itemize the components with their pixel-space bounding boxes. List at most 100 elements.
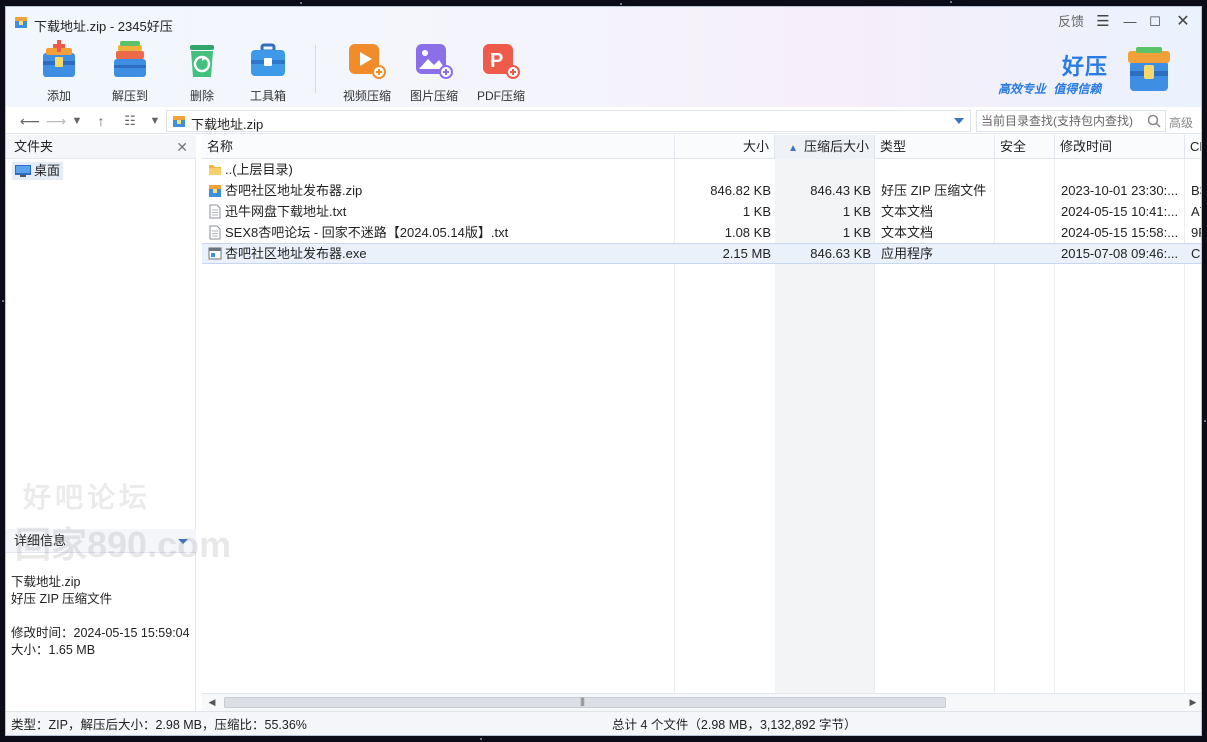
file-size: 846.82 KB <box>710 183 771 198</box>
view-mode-icon[interactable]: ☷ <box>121 112 139 130</box>
up-arrow-icon[interactable]: ↑ <box>92 112 110 130</box>
file-name: 杏吧社区地址发布器.zip <box>225 183 363 198</box>
column-header-crc[interactable]: CR <box>1185 135 1201 159</box>
extract-icon <box>114 41 146 77</box>
toolbox-button[interactable]: 工具箱 <box>236 37 300 105</box>
window-title: 下载地址.zip - 2345好压 <box>34 19 173 34</box>
parent-directory-row[interactable]: ..(上层目录) <box>202 159 1201 180</box>
column-header-size[interactable]: 大小 <box>675 135 775 159</box>
add-archive-icon <box>43 40 75 77</box>
view-dropdown-icon[interactable]: ▼ <box>146 112 164 130</box>
minimize-button[interactable]: — <box>1121 13 1139 31</box>
search-input[interactable] <box>981 113 1141 129</box>
file-packed-size: 846.43 KB <box>810 183 871 198</box>
brand-slogan: 高效专业 值得信赖 <box>998 82 1102 96</box>
scrollbar-thumb[interactable]: ||| <box>224 696 946 708</box>
close-button[interactable]: ✕ <box>1174 13 1192 31</box>
file-modified: 2024-05-15 10:41:... <box>1061 204 1179 219</box>
history-dropdown-icon[interactable]: ▼ <box>68 112 86 130</box>
image-compress-button[interactable]: 图片压缩 <box>402 37 466 105</box>
feedback-button[interactable]: 反馈 <box>1056 13 1086 31</box>
video-compress-button[interactable]: 视频压缩 <box>335 37 399 105</box>
header-area: 下载地址.zip - 2345好压 反馈 ☰ — ☐ ✕ 添加 解压到 删除 工… <box>6 7 1201 107</box>
toolbar: 添加 解压到 删除 工具箱 视频压缩 图片压缩 P PDF压缩 <box>6 37 986 107</box>
file-packed-size: 1 KB <box>842 204 871 219</box>
file-type: 好压 ZIP 压缩文件 <box>881 183 987 198</box>
file-crc: B3 <box>1191 183 1201 198</box>
detail-file-type: 好压 ZIP 压缩文件 <box>11 592 113 606</box>
file-list: 名称 大小 ▲ 压缩后大小 类型 安全 修改时间 CR ..(上层目录) 杏吧社区… <box>202 135 1201 693</box>
pdf-compress-button[interactable]: P PDF压缩 <box>469 37 533 105</box>
brand-logo-icon <box>1128 47 1170 91</box>
folder-pane-title: 文件夹 <box>14 139 54 154</box>
file-packed-size: 1 KB <box>842 225 871 240</box>
add-button[interactable]: 添加 <box>27 37 91 105</box>
image-compress-label: 图片压缩 <box>409 89 458 103</box>
file-type: 文本文档 <box>881 225 934 240</box>
desktop-icon <box>15 165 31 177</box>
file-size: 1 KB <box>742 204 771 219</box>
extract-button[interactable]: 解压到 <box>98 37 162 105</box>
app-logo-icon <box>15 17 27 28</box>
title-bar: 下载地址.zip - 2345好压 反馈 ☰ — ☐ ✕ <box>6 7 1201 37</box>
scroll-left-icon[interactable]: ◀ <box>207 697 217 708</box>
back-arrow-icon[interactable]: ⟵ <box>20 112 40 130</box>
file-crc: C5 <box>1191 246 1201 261</box>
forward-arrow-icon[interactable]: ⟶ <box>46 112 66 130</box>
file-modified: 2015-07-08 09:46:... <box>1061 246 1179 261</box>
zip-archive-icon <box>173 116 185 127</box>
text-file-icon <box>209 204 221 219</box>
tree-item-desktop[interactable]: 桌面 <box>12 162 64 180</box>
column-header-type[interactable]: 类型 <box>875 135 995 159</box>
toolbox-label: 工具箱 <box>249 89 286 103</box>
table-row[interactable]: SEX8杏吧论坛 - 回家不迷路【2024.05.14版】.txt 1.08 K… <box>202 222 1201 243</box>
brand-area: 好压 高效专业 值得信赖 <box>996 43 1196 103</box>
scrollbar-grip-icon: ||| <box>580 696 585 706</box>
file-name: 杏吧社区地址发布器.exe <box>225 246 367 261</box>
column-header-security[interactable]: 安全 <box>995 135 1055 159</box>
extract-label: 解压到 <box>111 89 148 103</box>
table-row-selected[interactable]: 杏吧社区地址发布器.exe 2.15 MB 846.63 KB 应用程序 201… <box>202 243 1201 264</box>
delete-button[interactable]: 删除 <box>170 37 234 105</box>
column-header-modified[interactable]: 修改时间 <box>1055 135 1185 159</box>
watermark: 好吧论坛 回家890.com <box>11 472 281 565</box>
scroll-right-icon[interactable]: ▶ <box>1188 697 1198 708</box>
left-pane: 文件夹 ✕ 桌面 详细信息 下载地址.zip 好压 ZIP 压缩文件 修改时间：… <box>6 135 196 711</box>
status-bar: 类型：ZIP，解压后大小：2.98 MB，压缩比：55.36% 总计 4 个文件… <box>6 711 1201 735</box>
file-packed-size: 846.63 KB <box>810 246 871 261</box>
video-compress-label: 视频压缩 <box>342 89 391 103</box>
advanced-search-button[interactable]: 高级 <box>1169 114 1193 131</box>
table-row[interactable]: 迅牛网盘下载地址.txt 1 KB 1 KB 文本文档 2024-05-15 1… <box>202 201 1201 222</box>
delete-recycle-icon <box>190 45 214 77</box>
file-modified: 2023-10-01 23:30:... <box>1061 183 1179 198</box>
watermark-text-2: 回家890.com <box>15 524 232 565</box>
tree-item-label: 桌面 <box>34 163 61 178</box>
close-pane-icon[interactable]: ✕ <box>176 135 188 159</box>
path-dropdown-icon[interactable] <box>954 118 964 124</box>
add-label: 添加 <box>46 89 71 103</box>
menu-button[interactable]: ☰ <box>1094 13 1112 31</box>
file-type: 文本文档 <box>881 204 934 219</box>
maximize-button[interactable]: ☐ <box>1146 13 1164 31</box>
table-row[interactable]: 杏吧社区地址发布器.zip 846.82 KB 846.43 KB 好压 ZIP… <box>202 180 1201 201</box>
pdf-compress-label: PDF压缩 <box>476 89 525 103</box>
exe-file-icon <box>208 247 222 260</box>
status-archive-info: 类型：ZIP，解压后大小：2.98 MB，压缩比：55.36% <box>11 718 307 732</box>
parent-directory-label: ..(上层目录) <box>225 162 293 177</box>
detail-size: 大小：1.65 MB <box>11 643 96 657</box>
column-header-packed-label: 压缩后大小 <box>803 139 869 154</box>
search-icon[interactable] <box>1147 114 1161 128</box>
delete-label: 删除 <box>189 89 214 103</box>
svg-text:P: P <box>490 50 503 72</box>
column-header-packed[interactable]: ▲ 压缩后大小 <box>775 135 875 159</box>
file-name: SEX8杏吧论坛 - 回家不迷路【2024.05.14版】.txt <box>225 225 509 240</box>
horizontal-scrollbar[interactable]: ◀ ||| ▶ <box>202 693 1201 711</box>
path-field[interactable]: 下载地址.zip <box>166 110 971 132</box>
address-bar: ⟵ ⟶ ▼ ↑ ☷ ▼ 下载地址.zip 高级 <box>6 108 1201 134</box>
sort-ascending-icon: ▲ <box>788 143 798 154</box>
toolbox-icon <box>251 43 285 76</box>
video-compress-icon <box>349 44 386 79</box>
column-header-name[interactable]: 名称 <box>202 135 675 159</box>
folder-icon <box>209 165 221 175</box>
file-crc: A7 <box>1191 204 1201 219</box>
